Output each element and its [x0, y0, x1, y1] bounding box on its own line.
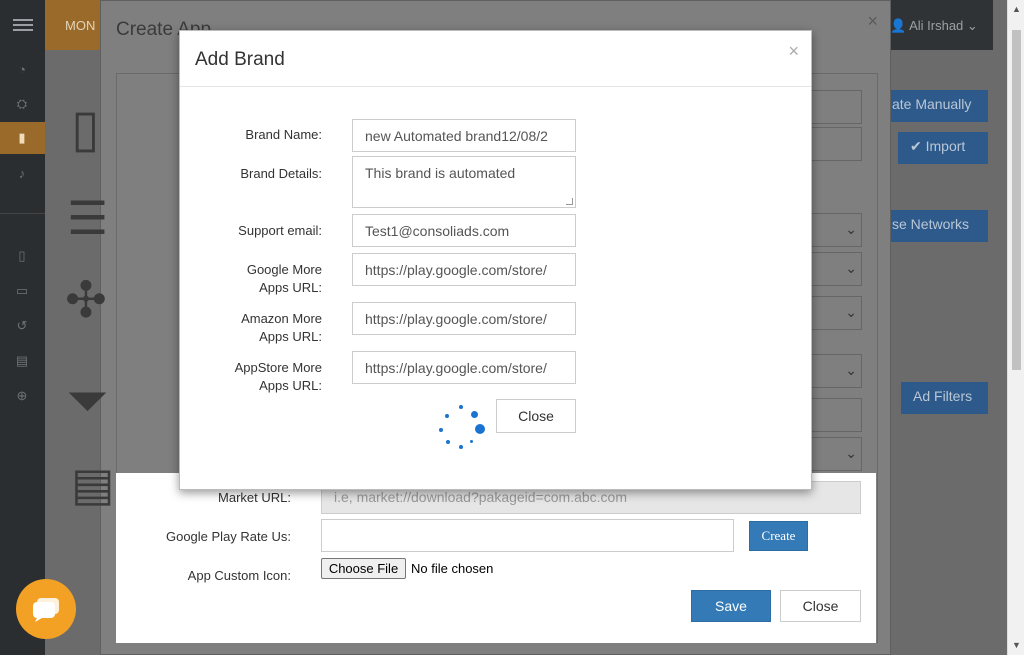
globe-icon[interactable]: ⊕: [12, 388, 32, 404]
market-url-label: Market URL:: [218, 490, 291, 505]
create-button[interactable]: Create: [749, 521, 808, 551]
chevron-down-icon: ⌄: [845, 221, 857, 237]
chevron-down-icon: ⌄: [845, 362, 857, 378]
mobile-icon[interactable]: ▮: [12, 130, 32, 146]
amazon-more-apps-label: Amazon More Apps URL:: [241, 311, 322, 344]
add-brand-modal: Add Brand × Brand Name: new Automated br…: [179, 30, 812, 490]
add-brand-header: Add Brand ×: [180, 31, 811, 87]
appstore-more-apps-input[interactable]: https://play.google.com/store/: [352, 351, 576, 384]
hamburger-menu-icon[interactable]: [0, 0, 45, 50]
bell-icon[interactable]: ♪: [12, 166, 32, 182]
puzzle-icon: ✣: [65, 272, 107, 328]
google-more-apps-label: Google More Apps URL:: [246, 262, 322, 295]
amazon-more-apps-input[interactable]: https://play.google.com/store/: [352, 302, 576, 335]
brand-details-value: This brand is automated: [365, 165, 516, 181]
scroll-thumb[interactable]: [1012, 30, 1021, 370]
dashboard-icon[interactable]: ◔: [12, 62, 32, 78]
create-app-close-icon[interactable]: ×: [867, 11, 878, 32]
no-file-text: No file chosen: [411, 561, 494, 576]
page-scrollbar[interactable]: ▲ ▼: [1007, 0, 1024, 655]
add-brand-title: Add Brand: [195, 49, 285, 70]
brand-tab[interactable]: MON: [45, 0, 103, 50]
user-icon: 👤: [890, 18, 907, 33]
add-brand-close-button[interactable]: Close: [496, 399, 576, 433]
document-icon: ▤: [71, 458, 115, 510]
create-manually-button[interactable]: ate Manually: [880, 90, 988, 122]
history-icon[interactable]: ↺: [12, 318, 32, 334]
support-email-label: Support email:: [238, 223, 322, 238]
chevron-down-icon: ⌄: [845, 304, 857, 320]
brand-name-input[interactable]: new Automated brand12/08/2: [352, 119, 576, 152]
chevron-down-icon: ⌄: [845, 445, 857, 461]
tablet-icon: ▯: [71, 100, 100, 158]
money-icon[interactable]: ▭: [12, 283, 32, 299]
brand-details-textarea[interactable]: This brand is automated: [352, 156, 576, 208]
brand-details-label: Brand Details:: [240, 166, 322, 181]
list-icon: ☰: [67, 192, 109, 244]
create-app-close-button[interactable]: Close: [780, 590, 861, 622]
brand-name-label: Brand Name:: [245, 127, 322, 142]
support-email-input[interactable]: Test1@consoliads.com: [352, 214, 576, 247]
close-icon[interactable]: ×: [788, 41, 799, 62]
resize-handle-icon[interactable]: [566, 198, 573, 205]
filter-icon: ⏷: [67, 372, 109, 430]
use-networks-button[interactable]: se Networks: [880, 210, 988, 242]
rate-us-input[interactable]: [321, 519, 734, 552]
save-button[interactable]: Save: [691, 590, 771, 622]
google-more-apps-input[interactable]: https://play.google.com/store/: [352, 253, 576, 286]
check-icon: ✔: [910, 138, 926, 154]
import-button[interactable]: ✔ Import: [898, 132, 988, 164]
chat-icon: [33, 598, 59, 622]
brand-text: MON: [65, 18, 96, 33]
scroll-down-icon[interactable]: ▼: [1012, 640, 1021, 650]
rate-us-label: Google Play Rate Us:: [165, 529, 291, 544]
choose-file-button[interactable]: Choose File: [321, 558, 406, 579]
chevron-down-icon: ⌄: [966, 18, 978, 33]
chat-widget-button[interactable]: [16, 579, 76, 639]
user-menu[interactable]: 👤 Ali Irshad ⌄: [890, 18, 978, 34]
scroll-up-icon[interactable]: ▲: [1012, 4, 1021, 14]
sitemap-icon[interactable]: ⛭: [12, 96, 32, 112]
user-name: Ali Irshad: [909, 18, 964, 33]
sidebar-divider: [0, 213, 45, 214]
appstore-more-apps-label: AppStore More Apps URL:: [234, 360, 322, 393]
ad-filters-button[interactable]: Ad Filters: [901, 382, 988, 414]
book-icon[interactable]: ▯: [12, 248, 32, 264]
loading-spinner-icon: [438, 405, 488, 455]
custom-icon-label: App Custom Icon:: [187, 568, 291, 583]
file-icon[interactable]: ▤: [12, 353, 32, 369]
chevron-down-icon: ⌄: [845, 260, 857, 276]
